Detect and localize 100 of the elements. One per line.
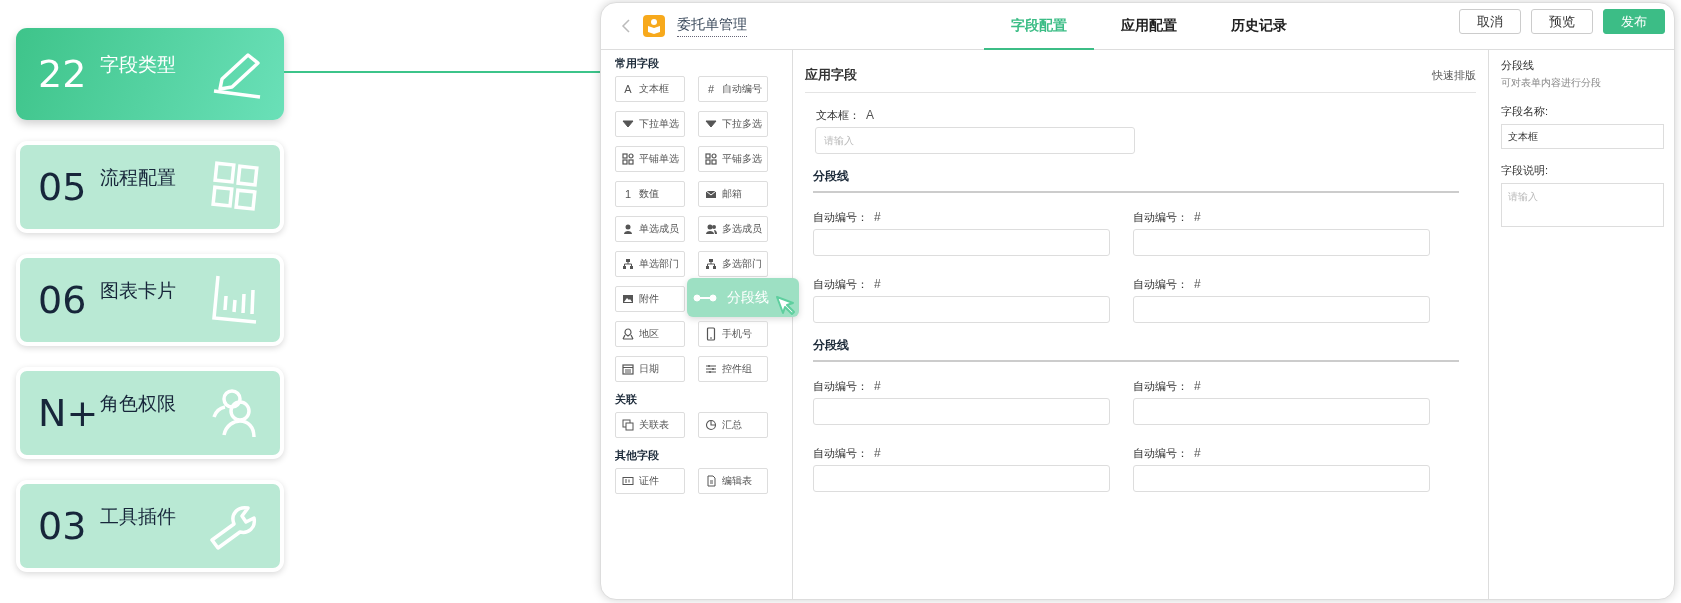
field-type-item[interactable]: 多选部门 <box>698 251 768 277</box>
field-type-glyph: # <box>1194 277 1201 291</box>
feature-count: 06 <box>38 278 88 322</box>
field-type-label: 数值 <box>639 187 659 201</box>
field-type-glyph: # <box>874 446 881 460</box>
org-chart-icon <box>622 258 634 270</box>
location-icon <box>622 328 634 340</box>
properties-hint: 可对表单内容进行分段 <box>1501 76 1602 90</box>
segment-line-icon <box>693 293 717 302</box>
field-type-glyph: # <box>1194 210 1201 224</box>
input-field[interactable] <box>1133 465 1430 492</box>
field-type-label: 日期 <box>639 362 659 376</box>
input-field[interactable] <box>1133 229 1430 256</box>
phone-icon <box>705 327 717 341</box>
input-field[interactable] <box>813 229 1110 256</box>
field-type-item[interactable]: 多选成员 <box>698 216 768 242</box>
tiles-icon <box>622 153 634 165</box>
field-type-glyph: A <box>866 108 874 122</box>
name-field[interactable]: 文本框 <box>1501 124 1664 149</box>
field-type-item[interactable]: 邮箱 <box>698 181 768 207</box>
caret-down-icon <box>705 118 717 130</box>
field-type-item[interactable]: 1 数值 <box>615 181 685 207</box>
field-type-item[interactable]: 下拉多选 <box>698 111 768 137</box>
sliders-icon <box>705 363 717 375</box>
field-type-item[interactable]: 附件 <box>615 286 685 312</box>
input-field[interactable]: 请输入 <box>815 127 1135 154</box>
feature-count: 22 <box>38 52 88 96</box>
field-type-label: 平铺单选 <box>639 152 679 166</box>
cursor-icon <box>775 295 797 317</box>
document-icon <box>705 475 717 487</box>
field-type-item[interactable]: 下拉单选 <box>615 111 685 137</box>
field-glyph: A <box>623 83 633 95</box>
field-type-label: 手机号 <box>722 327 752 341</box>
app-logo-icon <box>643 15 665 37</box>
description-field[interactable]: 请输入 <box>1501 183 1664 227</box>
feature-count: 05 <box>38 165 88 209</box>
field-type-label: 自动编号 <box>722 82 762 96</box>
id-card-icon <box>622 475 634 487</box>
field-type-item[interactable]: 控件组 <box>698 356 768 382</box>
field-glyph: 1 <box>623 188 633 200</box>
field-type-glyph: # <box>874 277 881 291</box>
mail-icon <box>705 188 717 200</box>
field-type-label: 地区 <box>639 327 659 341</box>
field-type-label: 邮箱 <box>722 187 742 201</box>
copy-icon <box>622 419 634 431</box>
divider-title: 分段线 <box>813 169 849 183</box>
field-type-item[interactable]: # 自动编号 <box>698 76 768 102</box>
section-heading: 常用字段 <box>615 56 660 70</box>
field-type-label: 下拉单选 <box>639 117 679 131</box>
org-chart-icon <box>705 258 717 270</box>
field-type-item[interactable]: 地区 <box>615 321 685 347</box>
field-type-label: 多选成员 <box>722 222 762 236</box>
image-icon <box>622 293 634 305</box>
field-type-item[interactable]: 日期 <box>615 356 685 382</box>
field-type-item[interactable]: 汇总 <box>698 412 768 438</box>
input-field[interactable] <box>813 398 1110 425</box>
tab[interactable]: 历史记录 <box>1204 3 1314 50</box>
field-type-item[interactable]: 证件 <box>615 468 685 494</box>
field-type-label: 附件 <box>639 292 659 306</box>
field-type-label: 证件 <box>639 474 659 488</box>
field-glyph: # <box>706 83 716 95</box>
tiles-icon <box>705 153 717 165</box>
feature-label: 流程配置 <box>100 166 177 190</box>
field-type-item[interactable]: 手机号 <box>698 321 768 347</box>
field-type-glyph: # <box>874 210 881 224</box>
field-type-item[interactable]: 关联表 <box>615 412 685 438</box>
field-type-item[interactable]: A 文本框 <box>615 76 685 102</box>
field-label: 自动编号： <box>813 378 868 394</box>
input-field[interactable] <box>813 296 1110 323</box>
field-label: 自动编号： <box>1133 276 1188 292</box>
field-label: 字段名称: <box>1501 104 1550 119</box>
people-icon <box>705 223 717 235</box>
properties-title: 分段线 <box>1501 58 1535 73</box>
feature-label: 角色权限 <box>100 392 177 416</box>
feature-label: 工具插件 <box>100 505 177 529</box>
grid-icon <box>210 161 262 213</box>
toolbar-button[interactable]: 预览 <box>1531 9 1593 34</box>
field-label: 字段说明: <box>1501 163 1550 178</box>
field-type-label: 控件组 <box>722 362 752 376</box>
field-type-label: 单选部门 <box>639 257 679 271</box>
feature-label: 图表卡片 <box>100 279 177 303</box>
app-title[interactable]: 委托单管理 <box>677 15 747 37</box>
feature-label: 字段类型 <box>100 53 177 77</box>
input-field[interactable] <box>1133 296 1430 323</box>
toolbar-button[interactable]: 取消 <box>1459 9 1521 34</box>
feature-count: 03 <box>38 504 88 548</box>
field-type-label: 编辑表 <box>722 474 752 488</box>
field-type-item[interactable]: 单选部门 <box>615 251 685 277</box>
field-type-item[interactable]: 平铺多选 <box>698 146 768 172</box>
pie-icon <box>705 419 717 431</box>
tab[interactable]: 应用配置 <box>1094 3 1204 50</box>
input-field[interactable] <box>813 465 1110 492</box>
quick-layout-link[interactable]: 快速排版 <box>1432 67 1476 83</box>
field-type-item[interactable]: 单选成员 <box>615 216 685 242</box>
field-type-label: 单选成员 <box>639 222 679 236</box>
field-type-item[interactable]: 编辑表 <box>698 468 768 494</box>
field-type-item[interactable]: 平铺单选 <box>615 146 685 172</box>
section-heading: 其他字段 <box>615 448 660 462</box>
panel-title: 应用字段 <box>805 66 857 84</box>
input-field[interactable] <box>1133 398 1430 425</box>
